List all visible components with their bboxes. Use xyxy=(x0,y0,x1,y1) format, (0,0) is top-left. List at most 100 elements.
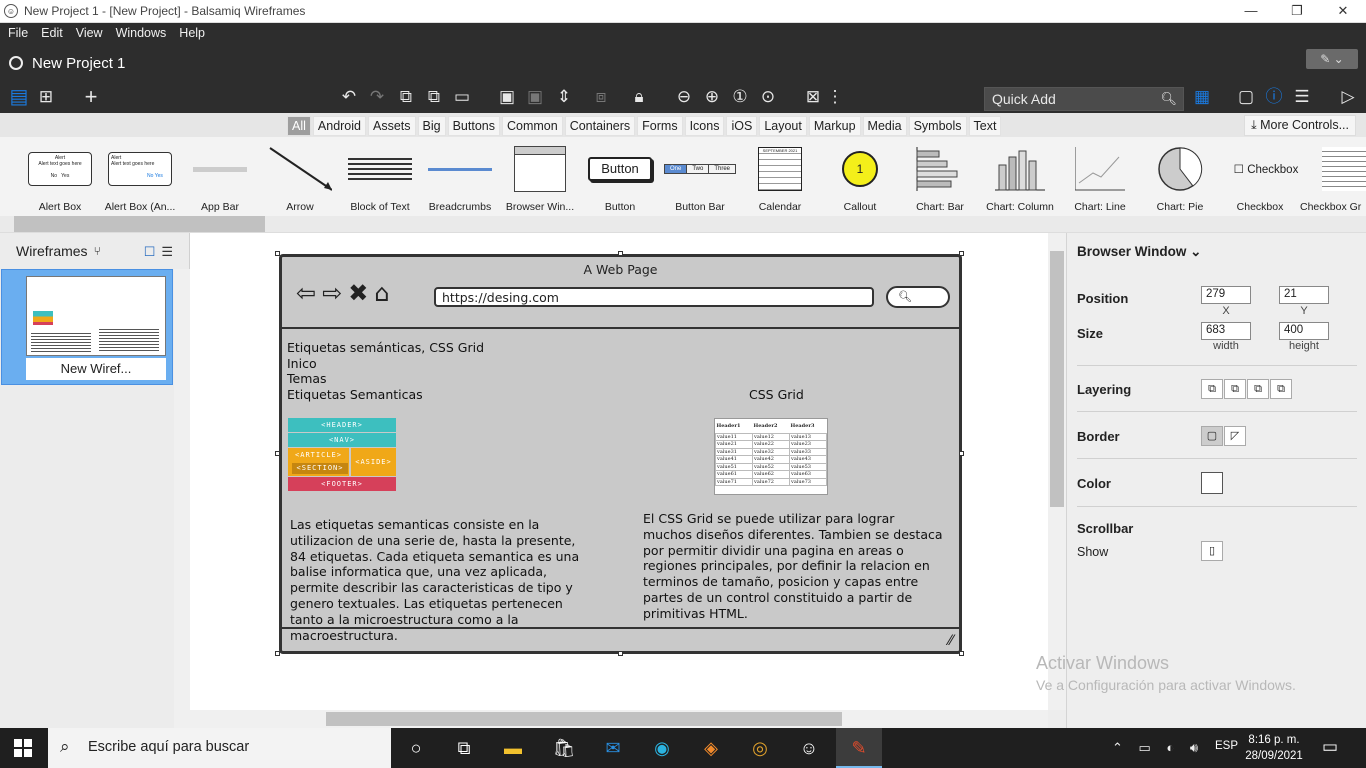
bring-forward-icon[interactable]: ⧉ xyxy=(1247,379,1269,399)
library-item[interactable]: Chart: Line xyxy=(1060,137,1140,217)
ui-library-icon[interactable]: ▦ xyxy=(1191,86,1213,108)
library-item[interactable]: 1 Callout xyxy=(820,137,900,217)
category-markup[interactable]: Markup xyxy=(808,116,861,136)
library-item[interactable]: Breadcrumbs xyxy=(420,137,500,217)
library-item[interactable]: Alert Alert text goes here No Yes Alert Bo… xyxy=(100,137,180,217)
edge-icon[interactable]: ◉ xyxy=(648,734,676,762)
library-item[interactable]: Button Button xyxy=(580,137,660,217)
lock-icon[interactable]: 🔒︎ xyxy=(628,86,650,108)
add-icon[interactable]: + xyxy=(80,86,102,108)
browser-window-mockup[interactable]: A Web Page ⇦⇨✖⌂ https://desing.com 🔍︎ Et… xyxy=(279,254,962,654)
library-item[interactable]: One Two Three Button Bar xyxy=(660,137,740,217)
library-item[interactable]: Block of Text xyxy=(340,137,420,217)
notes-icon[interactable]: ☰ xyxy=(1291,86,1313,108)
border-square-icon[interactable]: ▢ xyxy=(1201,426,1223,446)
group-icon[interactable]: ▣ xyxy=(496,86,518,108)
present-icon[interactable]: ▷ xyxy=(1337,86,1359,108)
category-icons[interactable]: Icons xyxy=(684,116,725,136)
copy-icon[interactable]: ⧉ xyxy=(395,86,417,108)
library-scrollbar[interactable] xyxy=(0,216,1366,232)
library-item[interactable]: Browser Win... xyxy=(500,137,580,217)
emoji-app-icon[interactable]: ☺ xyxy=(795,734,823,762)
panel-scrollbar[interactable] xyxy=(174,269,190,728)
category-buttons[interactable]: Buttons xyxy=(447,116,500,136)
ungroup-icon[interactable]: ▣ xyxy=(524,86,546,108)
properties-title[interactable]: Browser Window ⌄ xyxy=(1077,244,1201,260)
clipboard-icon[interactable]: ▭ xyxy=(451,86,473,108)
store-icon[interactable]: 🛍︎ xyxy=(550,734,578,762)
wireframe-name[interactable]: New Wiref... xyxy=(26,358,166,380)
canvas-hscroll-thumb[interactable] xyxy=(326,712,842,726)
chrome-icon[interactable]: ◎ xyxy=(746,734,774,762)
zoom-fit-icon[interactable]: ⊙ xyxy=(757,86,779,108)
position-y-input[interactable]: 21 xyxy=(1279,286,1329,304)
selection-handle[interactable] xyxy=(275,451,280,456)
category-layout[interactable]: Layout xyxy=(759,116,807,136)
task-view-icon[interactable]: ⧉ xyxy=(450,734,478,762)
color-picker[interactable] xyxy=(1201,472,1223,494)
language-indicator[interactable]: ESP xyxy=(1215,740,1238,752)
category-ios[interactable]: iOS xyxy=(726,116,758,136)
bring-to-front-icon[interactable]: ⧉ xyxy=(1270,379,1292,399)
category-big[interactable]: Big xyxy=(417,116,446,136)
branch-icon[interactable]: ⑂ xyxy=(94,244,101,258)
project-name[interactable]: New Project 1 xyxy=(32,55,125,72)
send-backward-icon[interactable]: ⧉ xyxy=(1224,379,1246,399)
canvas-horizontal-scrollbar[interactable] xyxy=(190,710,1048,728)
border-rough-icon[interactable]: ◸ xyxy=(1224,426,1246,446)
library-item[interactable]: SEPTEMBER 2021 Calendar xyxy=(740,137,820,217)
selection-handle[interactable] xyxy=(959,251,964,256)
canvas-vertical-scrollbar[interactable] xyxy=(1048,233,1066,710)
zoom-out-icon[interactable]: ⊖ xyxy=(673,86,695,108)
height-input[interactable]: 400 xyxy=(1279,322,1329,340)
comments-icon[interactable]: ▢ xyxy=(1235,86,1257,108)
selection-handle[interactable] xyxy=(275,251,280,256)
scrollbar-toggle-icon[interactable]: ▯ xyxy=(1201,541,1223,561)
library-item[interactable]: Alert Alert text goes here No Yes Alert Bo… xyxy=(20,137,100,217)
category-assets[interactable]: Assets xyxy=(368,116,416,136)
actual-size-icon[interactable]: ① xyxy=(729,86,751,108)
menu-edit[interactable]: Edit xyxy=(41,26,63,40)
minimize-button[interactable]: — xyxy=(1228,0,1274,23)
menu-file[interactable]: File xyxy=(8,26,28,40)
delete-icon[interactable]: ⊠ xyxy=(802,86,824,108)
menu-view[interactable]: View xyxy=(76,26,103,40)
wireframe-thumbnail[interactable]: New Wiref... xyxy=(1,269,173,385)
selection-handle[interactable] xyxy=(275,651,280,656)
more-controls-button[interactable]: ⤓ More Controls... xyxy=(1244,115,1356,136)
quick-add-input[interactable]: Quick Add 🔍︎ xyxy=(984,87,1184,111)
menu-windows[interactable]: Windows xyxy=(116,26,167,40)
list-view-icon[interactable]: ▤ xyxy=(8,86,30,108)
restore-button[interactable]: ❐ xyxy=(1274,0,1320,23)
redo-icon[interactable]: ↷ xyxy=(366,86,388,108)
selection-handle[interactable] xyxy=(618,251,623,256)
selection-handle[interactable] xyxy=(959,451,964,456)
info-icon[interactable]: ⓘ xyxy=(1263,86,1285,108)
undo-icon[interactable]: ↶ xyxy=(338,86,360,108)
category-text[interactable]: Text xyxy=(968,116,1002,136)
menu-help[interactable]: Help xyxy=(179,26,205,40)
library-item[interactable]: ☐ Checkbox Checkbox xyxy=(1220,137,1300,217)
position-x-input[interactable]: 279 xyxy=(1201,286,1251,304)
duplicate-icon[interactable]: ⧉ xyxy=(423,86,445,108)
brave-icon[interactable]: ◈ xyxy=(697,734,725,762)
library-scroll-thumb[interactable] xyxy=(14,216,265,232)
zoom-in-icon[interactable]: ⊕ xyxy=(701,86,723,108)
balsamiq-taskbar-icon[interactable]: ✎ xyxy=(845,734,873,762)
notifications-icon[interactable]: ▭ xyxy=(1322,737,1338,757)
system-tray[interactable]: ⌃ ▭ ◐ 🔊︎ xyxy=(1112,740,1204,756)
category-symbols[interactable]: Symbols xyxy=(908,116,967,136)
category-all[interactable]: All xyxy=(287,116,311,136)
clock[interactable]: 8:16 p. m. 28/09/2021 xyxy=(1244,732,1304,764)
category-common[interactable]: Common xyxy=(501,116,563,136)
single-view-icon[interactable]: ☐ xyxy=(144,244,156,260)
category-containers[interactable]: Containers xyxy=(564,116,636,136)
grid-view-icon[interactable]: ⊞ xyxy=(35,86,57,108)
selection-handle[interactable] xyxy=(959,651,964,656)
align-icon[interactable]: ⇕ xyxy=(553,86,575,108)
edit-mode-button[interactable]: ✎ ⌄ xyxy=(1306,49,1358,69)
category-android[interactable]: Android xyxy=(312,116,366,136)
close-button[interactable]: ✕ xyxy=(1320,0,1366,23)
taskbar-search-input[interactable]: ⌕ Escribe aquí para buscar xyxy=(48,728,391,768)
library-item[interactable]: Checkbox Gr xyxy=(1300,137,1366,217)
